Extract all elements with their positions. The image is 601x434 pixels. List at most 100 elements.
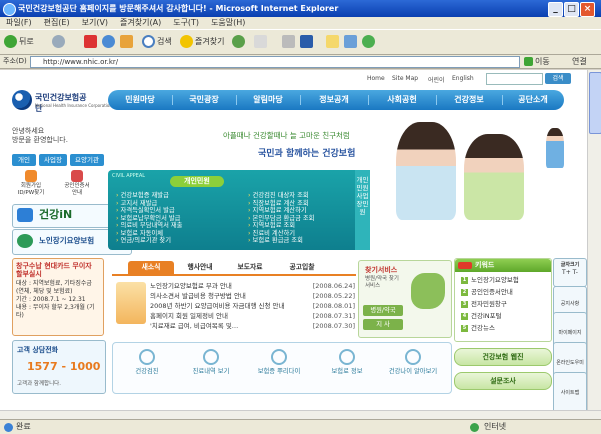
consult-title: 고객 상담전화: [17, 346, 59, 354]
minimize-button[interactable]: _: [548, 2, 563, 17]
gnb-notice[interactable]: 알림마당: [238, 90, 298, 110]
rank-3-icon: 3: [461, 300, 468, 308]
edit-button[interactable]: [300, 34, 315, 50]
civil-link[interactable]: 의료비 부담내역서 재출: [116, 222, 183, 230]
tab-events[interactable]: 행사안내: [178, 261, 222, 274]
keyword-item[interactable]: 3 전자민원창구: [461, 300, 507, 309]
keyword-item[interactable]: 1 노인장기요양보험: [461, 276, 519, 285]
news-item[interactable]: 노인장기요양보험료 부과 안내 [2008.06.24]: [150, 282, 355, 291]
page-viewport: Home Site Map 어린이 English 검색 국민건강보험공단 Na…: [0, 70, 587, 410]
business-button[interactable]: 사업장: [39, 154, 67, 166]
card-promo-banner[interactable]: 창구수납 현대카드 무이자 할부실시 대상 : 지역보험료, 기타징수금 (연체…: [12, 258, 104, 336]
news-item[interactable]: 의사소견서 발급비용 청구방법 안내 [2008.05.22]: [150, 292, 355, 301]
news-item[interactable]: 2008년 하반기 요양급여비용 자금대행 신청 안내 [2008.08.01]: [150, 302, 355, 311]
font-size-controls[interactable]: T+ T-: [554, 270, 586, 276]
news-item[interactable]: '치료재료 급여, 비급여목록 및… [2008.07.30]: [150, 322, 355, 331]
civil-link[interactable]: 자격득실확인서 발급: [116, 207, 175, 215]
site-search-button[interactable]: 검색: [545, 73, 571, 84]
quick-service-checkup[interactable]: 건강검진: [119, 343, 175, 393]
gnb-health[interactable]: 건강정보: [438, 90, 500, 110]
civil-link[interactable]: 직장보험료 계산 조회: [248, 200, 309, 208]
vertical-scrollbar[interactable]: [587, 70, 601, 410]
find-branch-button[interactable]: 지 사: [363, 319, 403, 330]
ie-icon: [3, 3, 16, 16]
nhic-logo[interactable]: 국민건강보험공단 National Health Insurance Corpo…: [12, 88, 112, 113]
civil-link[interactable]: 진료비 계산하기: [248, 230, 296, 238]
institution-button[interactable]: 요양기관: [70, 154, 104, 166]
maximize-button[interactable]: □: [564, 2, 579, 17]
history-button[interactable]: [232, 34, 247, 50]
menu-help[interactable]: 도움말(H): [205, 17, 251, 29]
forward-button[interactable]: [52, 34, 67, 50]
folder-button[interactable]: [326, 34, 341, 50]
menu-edit[interactable]: 편집(E): [38, 17, 76, 29]
links-button[interactable]: 연결: [572, 56, 587, 68]
mail-button[interactable]: [254, 34, 269, 50]
quick-service-history[interactable]: 진료내역 보기: [183, 343, 239, 393]
scrollbar-thumb[interactable]: [589, 72, 601, 134]
top-link-home[interactable]: Home: [367, 75, 385, 82]
quick-service-premium[interactable]: 보험료 정보: [319, 343, 375, 393]
menu-file[interactable]: 파일(F): [0, 17, 38, 29]
refresh-button[interactable]: [102, 34, 117, 50]
webzine-button[interactable]: 건강보험 웹진: [454, 348, 552, 366]
survey-button[interactable]: 설문조사: [454, 372, 552, 390]
menu-view[interactable]: 보기(V): [76, 17, 114, 29]
civil-link[interactable]: 지역보험료 조회: [248, 222, 296, 230]
civil-link[interactable]: 건강검진 대상자 조회: [248, 192, 309, 200]
civil-link[interactable]: 지역보험료 계산하기: [248, 207, 307, 215]
home-button[interactable]: [120, 34, 135, 50]
gnb-about[interactable]: 공단소개: [504, 90, 562, 110]
find-hospital-button[interactable]: 병원/약국: [363, 305, 403, 316]
top-link-kids[interactable]: 어린이: [428, 75, 445, 84]
gnb-civil[interactable]: 민원마당: [110, 90, 170, 110]
menu-favorites[interactable]: 즐겨찾기(A): [114, 17, 167, 29]
civil-link[interactable]: 본인부담금 환급금 조회: [248, 215, 315, 223]
keyword-item[interactable]: 4 건강iN포털: [461, 312, 502, 321]
stop-button[interactable]: [84, 34, 99, 50]
civil-link[interactable]: 건강보험증 재발급: [116, 192, 169, 200]
mail-icon: [254, 35, 267, 48]
back-button[interactable]: 뒤로: [4, 34, 34, 50]
sitemap-link[interactable]: 사이트맵: [553, 372, 587, 410]
menu-tools[interactable]: 도구(T): [167, 17, 205, 29]
go-button[interactable]: 이동: [524, 56, 550, 68]
keyword-item[interactable]: 2 공인인증서안내: [461, 288, 513, 297]
print-button[interactable]: [282, 34, 297, 50]
news-item[interactable]: 홈페이지 회원 일제정비 안내 [2008.07.31]: [150, 312, 355, 321]
close-button[interactable]: ×: [580, 2, 595, 17]
gnb-social[interactable]: 사회공헌: [370, 90, 434, 110]
find-title: 찾기서비스: [365, 266, 398, 274]
civil-link[interactable]: 보험료 환급금 조회: [248, 237, 303, 245]
top-link-english[interactable]: English: [452, 75, 474, 82]
gnb-disclosure[interactable]: 정보공개: [302, 90, 366, 110]
tab-news[interactable]: 새소식: [128, 261, 174, 274]
tab-bids[interactable]: 공고입찰: [278, 261, 326, 274]
keyword-item[interactable]: 5 건강뉴스: [461, 324, 495, 333]
discuss-button[interactable]: [344, 34, 359, 50]
personal-button[interactable]: 개인: [12, 154, 36, 166]
site-search-input[interactable]: [486, 73, 543, 85]
civil-link[interactable]: 보험료납부확인서 발급: [116, 215, 181, 223]
signup-link[interactable]: 회원가입 ID/PW찾기: [16, 170, 46, 198]
search-button[interactable]: 검색: [142, 34, 172, 50]
tab-press[interactable]: 보도자료: [228, 261, 272, 274]
address-input[interactable]: http://www.nhic.or.kr/: [30, 56, 520, 68]
civil-tab-personal[interactable]: 개인민원: [170, 176, 224, 187]
quick-service-card[interactable]: 보험증 뿌리다이: [251, 343, 307, 393]
greeting-line-1: 안녕하세요: [12, 127, 45, 135]
top-link-sitemap[interactable]: Site Map: [392, 75, 418, 82]
gnb-plaza[interactable]: 국민광장: [174, 90, 234, 110]
find-sub: 병원/약국 찾기 서비스: [365, 276, 399, 289]
civil-vertical-tab[interactable]: 개인민원 사업장민원: [355, 170, 370, 250]
civil-link[interactable]: 연금/의료기관 찾기: [116, 237, 171, 245]
civil-link[interactable]: 보험료 자동이체: [116, 230, 164, 238]
favorites-button[interactable]: 즐겨찾기: [180, 34, 224, 50]
messenger-button[interactable]: [362, 34, 377, 50]
certificate-link[interactable]: 공인인증서 안내: [62, 170, 92, 198]
civil-link[interactable]: 고지서 재발급: [116, 200, 158, 208]
history-icon: [232, 35, 245, 48]
rank-2-icon: 2: [461, 288, 468, 296]
quick-service-age[interactable]: 건강나이 알아보기: [385, 343, 441, 393]
horizontal-scrollbar[interactable]: [0, 410, 601, 419]
